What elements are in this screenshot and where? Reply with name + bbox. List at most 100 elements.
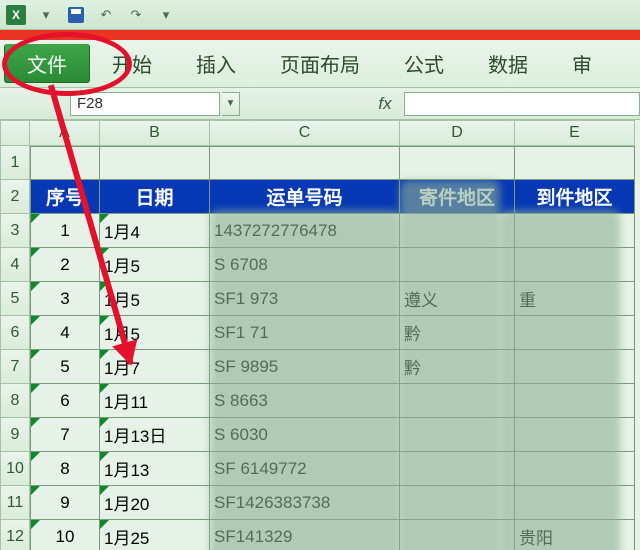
tab-page-layout[interactable]: 页面布局 <box>258 40 382 87</box>
row-header[interactable]: 9 <box>0 418 30 452</box>
undo-button[interactable]: ↶ <box>94 4 118 26</box>
row-header[interactable]: 6 <box>0 316 30 350</box>
name-box-dropdown-icon[interactable]: ▼ <box>222 92 240 116</box>
header-cell[interactable]: 日期 <box>100 180 210 214</box>
tab-insert[interactable]: 插入 <box>174 40 258 87</box>
cell[interactable]: 重 <box>515 282 635 316</box>
qat-customize-icon[interactable]: ▾ <box>154 4 178 26</box>
header-cell[interactable]: 运单号码 <box>210 180 400 214</box>
cell[interactable] <box>400 486 515 520</box>
col-header-D[interactable]: D <box>400 120 515 146</box>
cell[interactable]: 遵义 <box>400 282 515 316</box>
tab-review[interactable]: 审 <box>550 40 614 87</box>
cell[interactable] <box>100 146 210 180</box>
table-row: 5 3 1月5 SF1 973 遵义 重 <box>0 282 640 316</box>
app-dropdown-icon[interactable]: ▾ <box>34 4 58 26</box>
row-header[interactable]: 4 <box>0 248 30 282</box>
tab-home[interactable]: 开始 <box>90 40 174 87</box>
row-header[interactable]: 3 <box>0 214 30 248</box>
save-icon <box>68 7 84 23</box>
cell[interactable] <box>515 316 635 350</box>
redo-button[interactable]: ↷ <box>124 4 148 26</box>
cell[interactable] <box>400 214 515 248</box>
row-header[interactable]: 7 <box>0 350 30 384</box>
cell[interactable]: SF1 71 <box>210 316 400 350</box>
cell[interactable]: 1月25 <box>100 520 210 550</box>
col-header-B[interactable]: B <box>100 120 210 146</box>
cell[interactable]: 1月11 <box>100 384 210 418</box>
cell[interactable]: 1月5 <box>100 248 210 282</box>
spreadsheet-grid[interactable]: A B C D E 1 2 序号 日期 运单号码 寄件地区 到件地区 3 1 1… <box>0 120 640 550</box>
cell[interactable]: 1月5 <box>100 282 210 316</box>
tab-formulas[interactable]: 公式 <box>382 40 466 87</box>
cell[interactable] <box>400 452 515 486</box>
cell[interactable]: 1月13日 <box>100 418 210 452</box>
cell[interactable] <box>400 248 515 282</box>
cell[interactable] <box>515 418 635 452</box>
cell[interactable]: 9 <box>30 486 100 520</box>
header-cell[interactable]: 序号 <box>30 180 100 214</box>
cell[interactable]: SF 9895 <box>210 350 400 384</box>
cell[interactable] <box>515 248 635 282</box>
row-header[interactable]: 10 <box>0 452 30 486</box>
formula-bar[interactable] <box>404 92 640 116</box>
cell[interactable]: 4 <box>30 316 100 350</box>
header-cell[interactable]: 到件地区 <box>515 180 635 214</box>
col-header-E[interactable]: E <box>515 120 635 146</box>
cell[interactable]: S 6708 <box>210 248 400 282</box>
cell[interactable] <box>515 350 635 384</box>
col-header-A[interactable]: A <box>30 120 100 146</box>
cell[interactable]: SF1426383738 <box>210 486 400 520</box>
cell[interactable]: 8 <box>30 452 100 486</box>
cell[interactable]: 2 <box>30 248 100 282</box>
cell[interactable] <box>400 146 515 180</box>
cell[interactable]: 贵阳 <box>515 520 635 550</box>
col-header-C[interactable]: C <box>210 120 400 146</box>
cell[interactable] <box>400 384 515 418</box>
annotation-red-bar <box>0 30 640 40</box>
cell[interactable] <box>515 452 635 486</box>
cell[interactable] <box>515 214 635 248</box>
header-cell[interactable]: 寄件地区 <box>400 180 515 214</box>
name-box[interactable]: F28 <box>70 92 220 116</box>
row-header[interactable]: 11 <box>0 486 30 520</box>
cell[interactable]: 6 <box>30 384 100 418</box>
row-header[interactable]: 8 <box>0 384 30 418</box>
cell[interactable]: 10 <box>30 520 100 550</box>
file-tab[interactable]: 文件 <box>4 44 90 83</box>
row-header[interactable]: 5 <box>0 282 30 316</box>
row-header[interactable]: 2 <box>0 180 30 214</box>
cell[interactable]: 1月4 <box>100 214 210 248</box>
cell[interactable]: 1437272776478 <box>210 214 400 248</box>
cell[interactable]: S 6030 <box>210 418 400 452</box>
cell[interactable] <box>30 146 100 180</box>
cell[interactable]: SF1 973 <box>210 282 400 316</box>
cell[interactable]: SF141329 <box>210 520 400 550</box>
excel-app-icon[interactable]: X <box>4 4 28 26</box>
cell[interactable]: 1月5 <box>100 316 210 350</box>
cell[interactable]: S 8663 <box>210 384 400 418</box>
cell[interactable] <box>515 384 635 418</box>
cell[interactable]: SF 6149772 <box>210 452 400 486</box>
cell[interactable] <box>515 146 635 180</box>
table-row: 4 2 1月5 S 6708 <box>0 248 640 282</box>
cell[interactable] <box>400 418 515 452</box>
cell[interactable]: 3 <box>30 282 100 316</box>
cell[interactable]: 1月7 <box>100 350 210 384</box>
cell[interactable]: 1月13 <box>100 452 210 486</box>
cell[interactable]: 黔 <box>400 350 515 384</box>
cell[interactable]: 7 <box>30 418 100 452</box>
save-button[interactable] <box>64 4 88 26</box>
cell[interactable]: 1 <box>30 214 100 248</box>
row-header[interactable]: 1 <box>0 146 30 180</box>
cell[interactable]: 黔 <box>400 316 515 350</box>
cell[interactable] <box>210 146 400 180</box>
fx-icon[interactable]: fx <box>372 92 398 116</box>
cell[interactable]: 1月20 <box>100 486 210 520</box>
select-all-corner[interactable] <box>0 120 30 146</box>
tab-data[interactable]: 数据 <box>466 40 550 87</box>
cell[interactable] <box>400 520 515 550</box>
row-header[interactable]: 12 <box>0 520 30 550</box>
cell[interactable]: 5 <box>30 350 100 384</box>
cell[interactable] <box>515 486 635 520</box>
